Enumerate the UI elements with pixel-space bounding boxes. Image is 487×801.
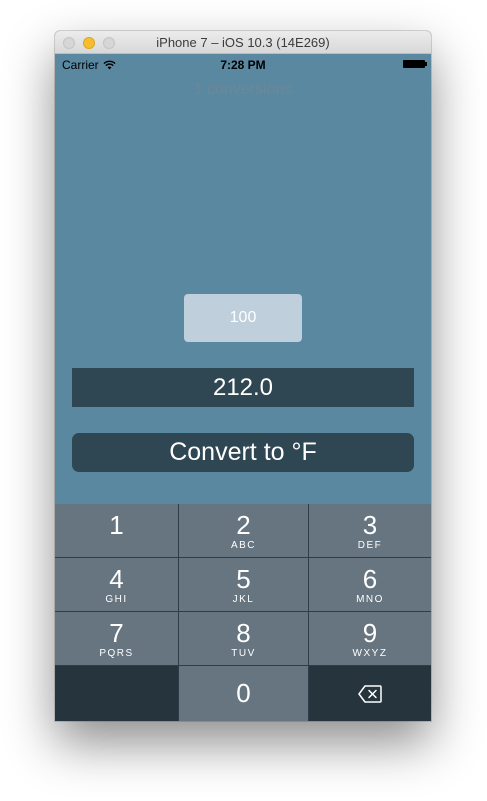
key-4[interactable]: 4 GHI [55,558,178,611]
key-letters: WXYZ [352,648,388,659]
key-digit: 0 [236,678,251,708]
status-bar: Carrier 7:28 PM [55,54,431,74]
convert-button-label: Convert to °F [169,438,317,466]
key-digit: 9 [362,618,378,648]
key-7[interactable]: 7 PQRS [55,612,178,665]
numeric-keypad: 1 2 ABC 3 DEF 4 GHI 5 JKL 6 MNO 7 PQRS 8… [55,504,431,721]
convert-to-fahrenheit-button[interactable]: Convert to °F [72,433,414,472]
key-digit: 5 [236,564,251,594]
conversion-count-label: 1 conversions [193,81,293,98]
status-time: 7:28 PM [220,58,266,72]
delete-backspace-icon [358,684,382,703]
key-5[interactable]: 5 JKL [179,558,308,611]
key-1[interactable]: 1 [55,504,178,557]
key-letters: GHI [105,594,128,605]
key-8[interactable]: 8 TUV [179,612,308,665]
key-digit: 7 [109,618,124,648]
simulator-window: iPhone 7 – iOS 10.3 (14E269) Carrier 7:2… [55,31,431,721]
battery-icon [403,60,427,68]
temperature-input-value: 100 [229,309,257,326]
keypad-blank-key [55,666,178,721]
key-9[interactable]: 9 WXYZ [309,612,431,665]
delete-key[interactable] [309,666,431,721]
key-3[interactable]: 3 DEF [309,504,431,557]
key-digit: 8 [236,618,251,648]
key-letters: MNO [356,594,384,605]
temperature-input[interactable]: 100 [184,294,302,342]
key-letters: ABC [230,540,257,551]
result-display: 212.0 [72,368,414,407]
key-letters: JKL [232,594,255,605]
key-2[interactable]: 2 ABC [179,504,308,557]
key-digit: 6 [362,564,378,594]
key-letters: TUV [231,648,256,659]
key-6[interactable]: 6 MNO [309,558,431,611]
key-digit: 1 [109,510,124,540]
key-digit: 4 [109,564,124,594]
key-0[interactable]: 0 [179,666,308,721]
window-title: iPhone 7 – iOS 10.3 (14E269) [156,35,330,50]
key-letters: DEF [357,540,383,551]
key-digit: 2 [236,510,251,540]
key-letters: PQRS [99,648,134,659]
window-titlebar[interactable]: iPhone 7 – iOS 10.3 (14E269) [55,31,431,54]
key-digit: 3 [362,510,378,540]
device-screen: Carrier 7:28 PM 1 conversions 100 212.0 … [55,54,431,721]
result-value: 212.0 [212,373,274,401]
